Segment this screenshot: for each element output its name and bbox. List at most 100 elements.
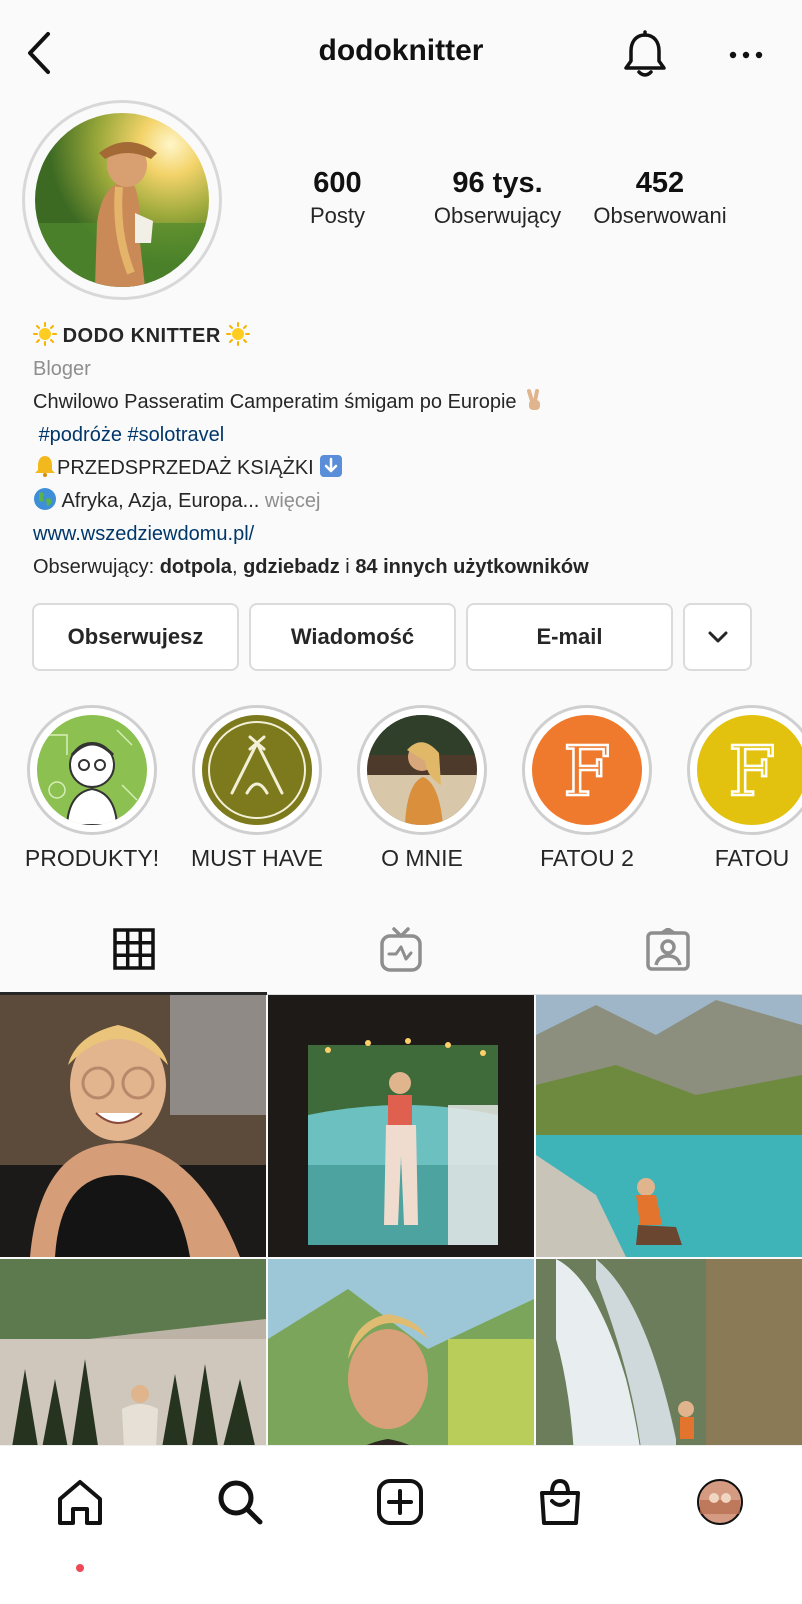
highlight-ring: [357, 705, 487, 835]
nav-home[interactable]: [50, 1472, 110, 1532]
bio-places-line: Afryka, Azja, Europa... więcej: [33, 485, 773, 518]
profile-photo: [35, 113, 209, 287]
bio-text-1: Chwilowo Passeratim Camperatim śmigam po…: [33, 391, 517, 413]
highlight-fatou[interactable]: F FATOU: [677, 705, 802, 872]
followers-stat[interactable]: 96 tys. Obserwujący: [425, 165, 570, 231]
highlight-cover: [37, 715, 147, 825]
followed-by-user-2: gdziebadz: [243, 556, 340, 578]
bell-emoji-icon: [35, 456, 55, 477]
bio-preorder-line: PRZEDSPRZEDAŻ KSIĄŻKI: [33, 452, 773, 485]
nav-new-post[interactable]: [370, 1472, 430, 1532]
shop-icon: [540, 1478, 580, 1525]
more-dots-icon: [729, 51, 763, 59]
followers-label: Obserwujący: [433, 203, 562, 228]
highlight-ring: [192, 705, 322, 835]
highlight-must-have[interactable]: MUST HAVE: [182, 705, 332, 872]
top-bar: dodoknitter: [0, 0, 802, 110]
following-count: 452: [635, 167, 685, 199]
bio-preorder-text: PRZEDSPRZEDAŻ KSIĄŻKI: [57, 457, 314, 479]
bio-hashtags-line: #podróże #solotravel: [33, 419, 773, 452]
highlight-ring: [27, 705, 157, 835]
message-button[interactable]: Wiadomość: [249, 603, 456, 671]
followed-by-line[interactable]: Obserwujący: dotpola, gdziebadz i 84 inn…: [33, 551, 773, 584]
post-thumbnail[interactable]: [0, 995, 266, 1257]
highlight-label: FATOU: [714, 845, 790, 871]
home-icon: [58, 1480, 102, 1525]
home-notification-dot: [76, 1564, 84, 1572]
profile-username: dodoknitter: [318, 34, 484, 67]
highlight-cover: [367, 715, 477, 825]
profile-stats: 600 Posty 96 tys. Obserwujący 452 Obserw…: [300, 165, 760, 245]
highlight-label: O MNIE: [381, 845, 463, 871]
following-button[interactable]: Obserwujesz: [32, 603, 239, 671]
globe-emoji-icon: [34, 488, 56, 510]
highlight-fatou-2[interactable]: F FATOU 2: [512, 705, 662, 872]
posts-stat[interactable]: 600 Posty: [300, 165, 375, 231]
victory-hand-emoji-icon: [527, 389, 541, 410]
new-post-icon: [377, 1479, 423, 1525]
bio-hashtags[interactable]: #podróże #solotravel: [39, 424, 225, 446]
tagged-icon: [645, 928, 690, 971]
bottom-navigation: [0, 1445, 802, 1604]
bio-line-1: Chwilowo Passeratim Camperatim śmigam po…: [33, 386, 773, 419]
post-thumbnail[interactable]: [268, 1259, 534, 1445]
bell-icon: [624, 30, 666, 77]
bio-name-line: DODO KNITTER: [33, 320, 773, 353]
highlight-label: FATOU 2: [540, 845, 634, 871]
highlight-cover: [202, 715, 312, 825]
highlight-cover: F: [697, 715, 802, 825]
profile-avatar-ring[interactable]: [22, 100, 222, 300]
highlight-cover: F: [532, 715, 642, 825]
sun-emoji-icon: [33, 322, 57, 346]
nav-profile[interactable]: [690, 1472, 750, 1532]
posts-label: Posty: [309, 203, 366, 228]
svg-text:F: F: [563, 733, 610, 812]
down-arrow-emoji-icon: [320, 455, 343, 477]
grid-icon: [112, 927, 155, 970]
suggestions-dropdown-button[interactable]: [683, 603, 752, 671]
following-label: Obserwowani: [593, 203, 727, 228]
bio-display-name: DODO KNITTER: [62, 325, 221, 347]
svg-text:F: F: [728, 733, 775, 812]
igtv-icon: [379, 927, 422, 972]
post-thumbnail[interactable]: [0, 1259, 266, 1445]
chevron-down-icon: [708, 631, 727, 643]
followed-by-separator: ,: [231, 556, 238, 578]
bio-places-text: Afryka, Azja, Europa...: [61, 490, 260, 512]
profile-actions: Obserwujesz Wiadomość E-mail: [32, 603, 752, 671]
highlight-label: MUST HAVE: [190, 845, 324, 871]
nav-search[interactable]: [210, 1472, 270, 1532]
more-options-button[interactable]: [728, 40, 764, 70]
highlight-produkty[interactable]: PRODUKTY!: [17, 705, 167, 872]
posts-grid: [0, 995, 802, 1445]
story-highlights: PRODUKTY! MUST HAVE O MNIE F FATOU 2 F F…: [0, 705, 802, 880]
nav-shop[interactable]: [530, 1472, 590, 1532]
tab-posts-grid[interactable]: [0, 905, 267, 995]
profile-avatar-icon: [697, 1479, 743, 1525]
profile-tabs: [0, 905, 802, 995]
post-thumbnail[interactable]: [268, 995, 534, 1257]
search-icon: [218, 1480, 263, 1525]
post-thumbnail[interactable]: [536, 1259, 802, 1445]
followed-by-rest: 84 innych użytkowników: [355, 556, 589, 578]
followers-count: 96 tys.: [452, 167, 543, 199]
bio-category: Bloger: [33, 358, 91, 380]
tab-igtv[interactable]: [267, 905, 534, 995]
bio-website-link[interactable]: www.wszedziewdomu.pl/: [33, 518, 773, 551]
notifications-button[interactable]: [622, 30, 668, 80]
posts-count: 600: [313, 167, 362, 199]
email-button[interactable]: E-mail: [466, 603, 673, 671]
highlight-o-mnie[interactable]: O MNIE: [347, 705, 497, 872]
profile-bio: DODO KNITTER Bloger Chwilowo Passeratim …: [33, 320, 773, 584]
sun-emoji-icon: [226, 322, 251, 346]
tab-tagged[interactable]: [534, 905, 801, 995]
followed-by-prefix: Obserwujący:: [33, 556, 155, 578]
bio-more-link[interactable]: więcej: [265, 490, 321, 512]
profile-avatar[interactable]: [35, 113, 209, 287]
followed-by-user-1: dotpola: [159, 556, 232, 578]
highlight-label: PRODUKTY!: [24, 845, 160, 871]
following-stat[interactable]: 452 Obserwowani: [585, 165, 735, 231]
highlight-ring: F: [687, 705, 802, 835]
highlight-ring: F: [522, 705, 652, 835]
post-thumbnail[interactable]: [536, 995, 802, 1257]
